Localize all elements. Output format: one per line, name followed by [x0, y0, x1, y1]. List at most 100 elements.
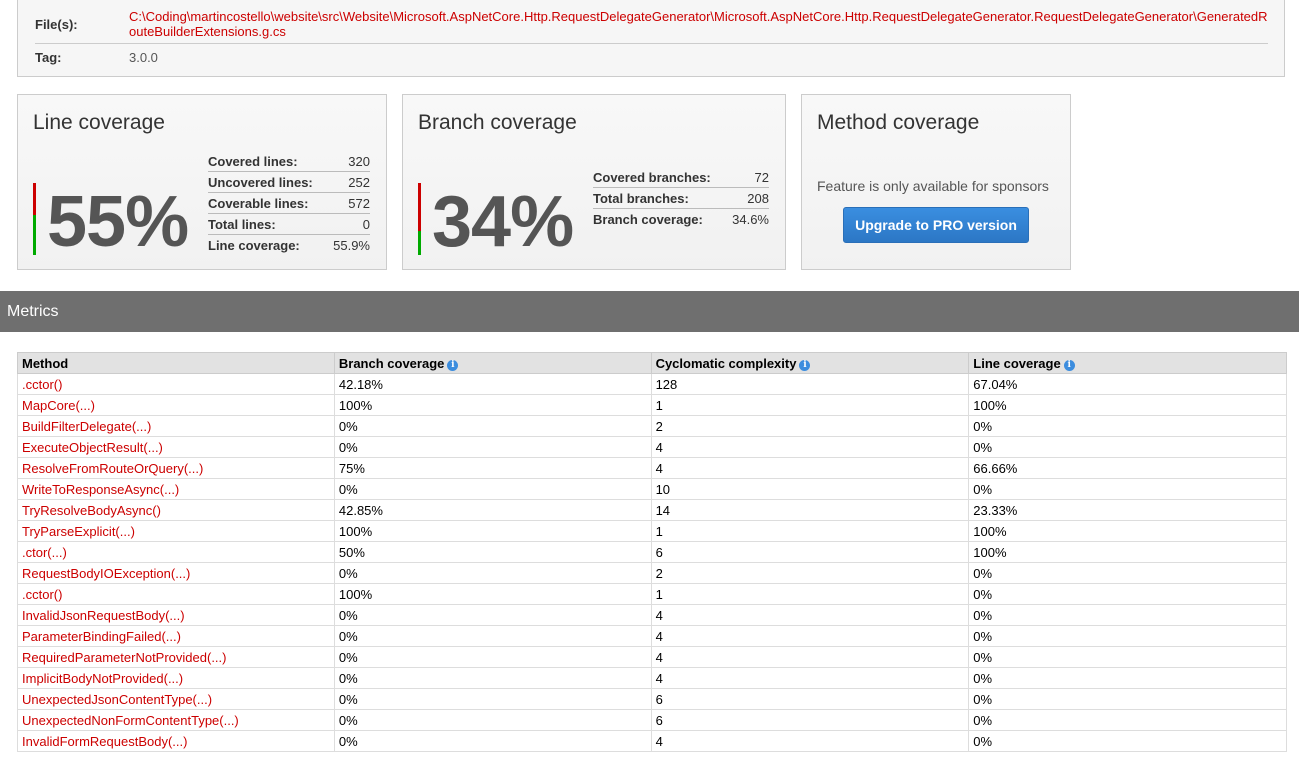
- line-coverage-cell: 0%: [968, 436, 1287, 458]
- method-name-link[interactable]: ResolveFromRouteOrQuery(...): [17, 457, 335, 479]
- method-name-link[interactable]: RequestBodyIOException(...): [17, 562, 335, 584]
- branch-coverage-cell: 0%: [333, 667, 652, 689]
- stat-label: Total branches:: [593, 187, 731, 209]
- method-name-link[interactable]: TryResolveBodyAsync(): [17, 499, 335, 521]
- sponsor-message: Feature is only available for sponsors: [817, 178, 1049, 194]
- method-name-link[interactable]: MapCore(...): [17, 394, 335, 416]
- tag-label: Tag:: [35, 50, 62, 65]
- stat-row: Covered lines: 320: [208, 151, 370, 172]
- info-icon[interactable]: i: [799, 359, 811, 371]
- table-row: TryParseExplicit(...) 100% 1 100%: [17, 520, 1287, 542]
- line-coverage-cell: 67.04%: [968, 373, 1287, 395]
- line-coverage-cell: 100%: [968, 541, 1287, 563]
- method-name-link[interactable]: BuildFilterDelegate(...): [17, 415, 335, 437]
- branch-coverage-bar: [418, 183, 421, 255]
- uncovered-bar-segment: [33, 183, 36, 215]
- method-name-link[interactable]: UnexpectedNonFormContentType(...): [17, 709, 335, 731]
- method-name-link[interactable]: ImplicitBodyNotProvided(...): [17, 667, 335, 689]
- info-icon[interactable]: i: [1063, 359, 1075, 371]
- tag-value: 3.0.0: [129, 50, 158, 65]
- stat-label: Branch coverage:: [593, 211, 703, 227]
- line-coverage-cell: 100%: [968, 394, 1287, 416]
- stat-label: Covered branches:: [593, 167, 731, 188]
- branch-coverage-cell: 42.18%: [333, 373, 652, 395]
- method-name-link[interactable]: ParameterBindingFailed(...): [17, 625, 335, 647]
- info-row-files: File(s): C:\Coding\martincostello\websit…: [35, 0, 1268, 44]
- cyclomatic-complexity-cell: 128: [650, 373, 970, 395]
- table-row: UnexpectedNonFormContentType(...) 0% 6 0%: [17, 709, 1287, 731]
- method-name-link[interactable]: RequiredParameterNotProvided(...): [17, 646, 335, 668]
- table-row: MapCore(...) 100% 1 100%: [17, 394, 1287, 416]
- line-coverage-cell: 0%: [968, 562, 1287, 584]
- column-header-cyclomatic-complexity[interactable]: Cyclomatic complexity i: [650, 352, 970, 374]
- cyclomatic-complexity-cell: 4: [650, 436, 970, 458]
- covered-bar-segment: [33, 215, 36, 255]
- stat-label: Coverable lines:: [208, 192, 332, 214]
- table-row: BuildFilterDelegate(...) 0% 2 0%: [17, 415, 1287, 437]
- table-row: WriteToResponseAsync(...) 0% 10 0%: [17, 478, 1287, 500]
- cyclomatic-complexity-cell: 4: [650, 457, 970, 479]
- method-name-link[interactable]: .ctor(...): [17, 541, 335, 563]
- stat-value: 72: [730, 167, 769, 188]
- branch-coverage-title: Branch coverage: [418, 111, 577, 134]
- cyclomatic-complexity-cell: 4: [650, 646, 970, 668]
- metrics-header-row: Method Branch coverage i Cyclomatic compl…: [17, 352, 1287, 374]
- table-row: ExecuteObjectResult(...) 0% 4 0%: [17, 436, 1287, 458]
- branch-coverage-cell: 0%: [333, 478, 652, 500]
- cyclomatic-complexity-cell: 1: [650, 583, 970, 605]
- cyclomatic-complexity-cell: 1: [650, 394, 970, 416]
- uncovered-bar-segment: [418, 183, 421, 231]
- line-coverage-cell: 0%: [968, 583, 1287, 605]
- line-coverage-cell: 0%: [968, 667, 1287, 689]
- cyclomatic-complexity-cell: 2: [650, 415, 970, 437]
- method-name-link[interactable]: InvalidJsonRequestBody(...): [17, 604, 335, 626]
- stat-row: Total branches: 208: [593, 187, 769, 209]
- stat-row: Coverable lines: 572: [208, 192, 370, 214]
- cyclomatic-complexity-cell: 6: [650, 709, 970, 731]
- branch-coverage-cell: 42.85%: [333, 499, 652, 521]
- column-header-branch-coverage[interactable]: Branch coverage i: [333, 352, 652, 374]
- table-row: .cctor() 42.18% 128 67.04%: [17, 373, 1287, 395]
- method-name-link[interactable]: InvalidFormRequestBody(...): [17, 730, 335, 752]
- method-name-link[interactable]: TryParseExplicit(...): [17, 520, 335, 542]
- method-name-link[interactable]: .cctor(): [17, 373, 335, 395]
- table-row: ParameterBindingFailed(...) 0% 4 0%: [17, 625, 1287, 647]
- branch-coverage-stats: Covered branches: 72 Total branches: 208 Bra…: [593, 167, 769, 229]
- stat-value: 252: [331, 171, 370, 193]
- covered-bar-segment: [418, 231, 421, 255]
- branch-coverage-cell: 100%: [333, 520, 652, 542]
- cyclomatic-complexity-cell: 4: [650, 625, 970, 647]
- upgrade-pro-button[interactable]: Upgrade to PRO version: [843, 207, 1029, 243]
- column-header-method[interactable]: Method: [17, 352, 335, 374]
- cyclomatic-complexity-cell: 14: [650, 499, 970, 521]
- line-coverage-cell: 0%: [968, 604, 1287, 626]
- branch-coverage-percent: 34%: [432, 182, 574, 262]
- line-coverage-cell: 0%: [968, 646, 1287, 668]
- metrics-table: Method Branch coverage i Cyclomatic compl…: [17, 352, 1287, 752]
- branch-coverage-cell: 0%: [333, 688, 652, 710]
- method-name-link[interactable]: .cctor(): [17, 583, 335, 605]
- line-coverage-cell: 66.66%: [968, 457, 1287, 479]
- line-coverage-cell: 0%: [968, 709, 1287, 731]
- table-row: RequestBodyIOException(...) 0% 2 0%: [17, 562, 1287, 584]
- report-info-panel: File(s): C:\Coding\martincostello\websit…: [17, 0, 1285, 77]
- line-coverage-bar: [33, 183, 36, 255]
- stat-value: 55.9%: [333, 237, 370, 253]
- cyclomatic-complexity-cell: 4: [650, 604, 970, 626]
- stat-row: Line coverage: 55.9%: [208, 235, 370, 256]
- stat-value: 34.6%: [732, 211, 769, 227]
- line-coverage-cell: 0%: [968, 415, 1287, 437]
- branch-coverage-cell: 0%: [333, 562, 652, 584]
- method-name-link[interactable]: ExecuteObjectResult(...): [17, 436, 335, 458]
- branch-coverage-card: Branch coverage 34% Covered branches: 72 T…: [402, 94, 786, 270]
- cyclomatic-complexity-cell: 6: [650, 688, 970, 710]
- method-name-link[interactable]: WriteToResponseAsync(...): [17, 478, 335, 500]
- files-label: File(s):: [35, 17, 78, 32]
- stat-label: Total lines:: [208, 213, 332, 235]
- info-icon[interactable]: i: [447, 359, 459, 371]
- cyclomatic-complexity-cell: 4: [650, 667, 970, 689]
- line-coverage-card: Line coverage 55% Covered lines: 320 Uncov…: [17, 94, 387, 270]
- column-header-line-coverage[interactable]: Line coverage i: [968, 352, 1287, 374]
- info-row-tag: Tag: 3.0.0: [35, 43, 1268, 68]
- method-name-link[interactable]: UnexpectedJsonContentType(...): [17, 688, 335, 710]
